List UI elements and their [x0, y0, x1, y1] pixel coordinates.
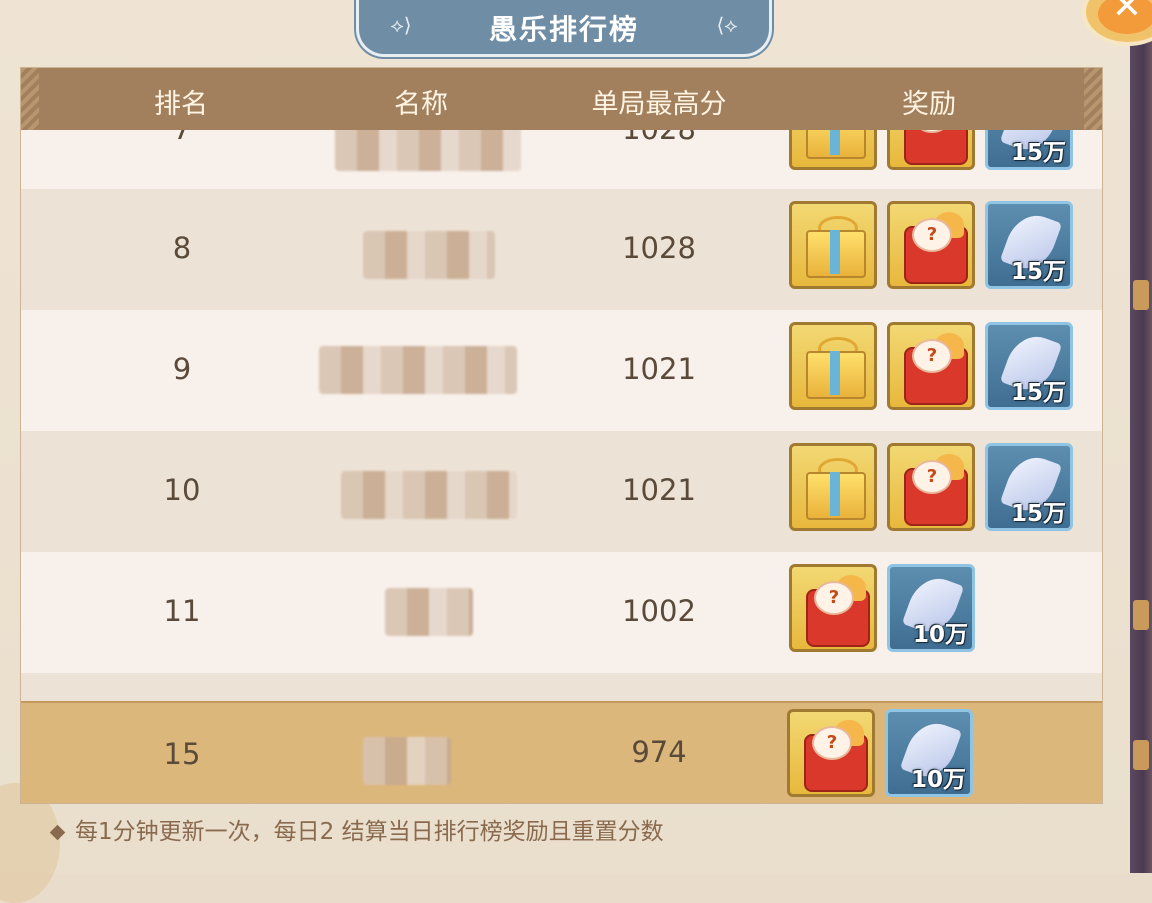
close-icon: ✕: [1098, 0, 1152, 34]
header-score: 单局最高分: [591, 89, 727, 120]
header-rank: 排名: [154, 89, 208, 120]
player-name-blurred: [335, 123, 521, 171]
rank-cell: 9: [172, 352, 192, 386]
gift-box-icon[interactable]: [789, 201, 877, 289]
gift-box-icon[interactable]: [789, 322, 877, 410]
lucky-bag-icon[interactable]: ?: [887, 201, 975, 289]
title-banner: ⟡⟩ 愚乐排行榜 ⟨⟡: [356, 0, 772, 57]
background-strip: [1130, 40, 1152, 873]
player-name-blurred: [363, 737, 451, 785]
table-row: 8 1028 ? 15万: [21, 189, 1102, 310]
rank-cell: 11: [163, 594, 201, 628]
score-cell: 1028: [622, 231, 696, 265]
table-row: 10 1021 ? 15万: [21, 431, 1102, 552]
lucky-bag-icon[interactable]: ?: [887, 443, 975, 531]
leaf-icon[interactable]: 10万: [887, 564, 975, 652]
header-reward: 奖励: [902, 89, 956, 120]
table-row: 11 1002 ? 10万: [21, 552, 1102, 673]
leaf-icon[interactable]: 15万: [985, 201, 1073, 289]
leaf-icon[interactable]: 10万: [885, 709, 973, 797]
rank-cell: 8: [172, 231, 192, 265]
leaf-icon[interactable]: 15万: [985, 443, 1073, 531]
table-row: 9 1021 ? 15万: [21, 310, 1102, 431]
score-cell: 974: [631, 735, 687, 769]
update-note: 每1分钟更新一次，每日2 结算当日排行榜奖励且重置分数: [49, 812, 664, 846]
header-name: 名称: [394, 89, 448, 120]
my-rank-row: 15 974 ? 10万: [21, 701, 1102, 803]
score-cell: 1002: [622, 594, 696, 628]
score-cell: 1021: [622, 473, 696, 507]
leaderboard-table: 7 1028 ? 15万 8 1028 ? 15万 9 1021 ? 15万 1…: [20, 67, 1103, 804]
lucky-bag-icon[interactable]: ?: [887, 322, 975, 410]
lucky-bag-icon[interactable]: ?: [787, 709, 875, 797]
player-name-blurred: [363, 231, 495, 279]
rank-cell: 10: [163, 473, 201, 507]
table-header: 排名 名称 单局最高分 奖励: [21, 68, 1102, 130]
player-name-blurred: [341, 471, 517, 519]
player-name-blurred: [385, 588, 473, 636]
player-name-blurred: [319, 346, 517, 394]
lucky-bag-icon[interactable]: ?: [789, 564, 877, 652]
leaf-icon[interactable]: 15万: [985, 322, 1073, 410]
rank-cell: 15: [163, 737, 201, 771]
score-cell: 1021: [622, 352, 696, 386]
gift-box-icon[interactable]: [789, 443, 877, 531]
diamond-bullet-icon: [49, 824, 66, 841]
ornament-right-icon: ⟨⟡: [716, 13, 738, 37]
